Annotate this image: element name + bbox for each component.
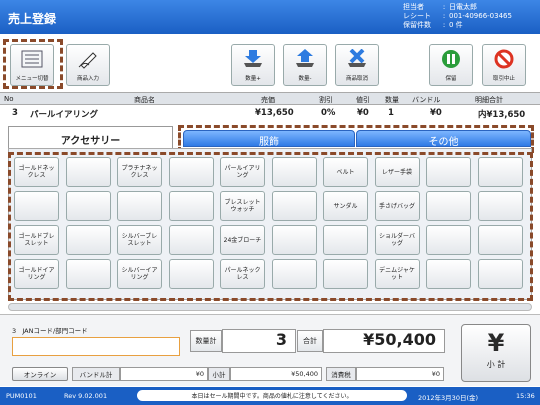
subtotal-button[interactable]: ¥ 小 計	[461, 324, 531, 382]
cell: 3	[12, 108, 18, 118]
cancel-transaction-label: 取引中止	[492, 76, 515, 82]
col-header: 数量	[385, 96, 399, 104]
product-cancel-button[interactable]: 商品取消	[335, 44, 379, 86]
date: 2012年3月30日(金)	[418, 394, 479, 402]
grand-total-label: 合計	[297, 330, 323, 352]
info-key: 担当者	[403, 3, 424, 11]
toolbar: メニュー切替 商品入力 数量+ 数量- 商品取消 保留 取引中止	[0, 34, 540, 92]
cart-down-icon	[241, 49, 265, 69]
col-header: 商品名	[134, 96, 155, 104]
bundle-total-label: バンドル計	[72, 367, 120, 381]
qty-minus-button[interactable]: 数量-	[283, 44, 327, 86]
highlight-grid	[8, 152, 533, 301]
qty-total-value: 3	[222, 329, 296, 353]
jan-input[interactable]	[12, 337, 180, 356]
yen-icon: ¥	[487, 329, 505, 357]
jan-label: 3 JANコード/部門コード	[12, 327, 88, 335]
col-header: 明細合計	[475, 96, 503, 104]
hold-label: 保留	[445, 76, 457, 82]
col-header: 割引	[319, 96, 333, 104]
pause-icon	[439, 49, 463, 69]
cancel-transaction-button[interactable]: 取引中止	[482, 44, 526, 86]
qty-plus-label: 数量+	[245, 76, 261, 82]
version: Rev 9.02.001	[64, 392, 108, 400]
cell: ¥0	[357, 108, 369, 118]
info-value: 001-40966-03465	[449, 12, 512, 20]
highlight-menu-button	[3, 39, 63, 89]
product-cancel-label: 商品取消	[345, 76, 368, 82]
notice-message: 本日はセール期間中です。商品の値札に注意してください。	[137, 390, 407, 401]
info-key: レシート	[403, 12, 431, 20]
pen-icon	[76, 49, 100, 69]
subtotal-small-label: 小計	[208, 367, 230, 381]
col-header: No	[4, 95, 14, 103]
page-title: 売上登録	[8, 12, 57, 26]
grand-total-value: ¥50,400	[323, 329, 445, 353]
col-header: バンドル	[412, 96, 441, 104]
cell: パールイアリング	[30, 110, 99, 120]
cell: 内¥13,650	[478, 110, 526, 120]
info-key: 保留件数	[403, 21, 431, 29]
online-status-button[interactable]: オンライン	[12, 367, 68, 381]
info-value: 0 件	[449, 21, 463, 29]
cell: ¥0	[430, 108, 442, 118]
screen-code: PUM0101	[6, 392, 37, 400]
cell: 0%	[321, 108, 336, 118]
tab-accessories[interactable]: アクセサリー	[8, 126, 173, 148]
cell: ¥13,650	[255, 108, 294, 118]
time: 15:36	[516, 392, 535, 400]
table-row[interactable]: 3 パールイアリング ¥13,650 0% ¥0 1 ¥0 内¥13,650	[0, 106, 540, 122]
product-input-button[interactable]: 商品入力	[66, 44, 110, 86]
col-header: 売価	[261, 96, 275, 104]
qty-minus-label: 数量-	[298, 76, 312, 82]
cart-x-icon	[345, 49, 369, 69]
qty-total-label: 数量計	[190, 330, 222, 352]
qty-plus-button[interactable]: 数量+	[231, 44, 275, 86]
tax-label: 消費税	[326, 367, 356, 381]
cart-up-icon	[293, 49, 317, 69]
col-header: 値引	[356, 96, 370, 104]
cell: 1	[388, 108, 394, 118]
hold-button[interactable]: 保留	[429, 44, 473, 86]
product-input-label: 商品入力	[76, 76, 99, 82]
session-info: 担当者: 日電太郎 レシート:001-40966-03465 保留件数:0 件	[403, 3, 512, 29]
title-bar: 売上登録 担当者: 日電太郎 レシート:001-40966-03465 保留件数:…	[0, 0, 540, 34]
grid-scrollbar[interactable]	[8, 303, 532, 311]
info-value: 日電太郎	[449, 3, 477, 11]
subtotal-label: 小 計	[486, 360, 506, 369]
subtotal-small-value: ¥50,400	[230, 367, 322, 381]
item-table-header: No 商品名 売価 割引 値引 数量 バンドル 明細合計	[0, 92, 540, 105]
prohibited-icon	[492, 49, 516, 69]
tax-value: ¥0	[356, 367, 444, 381]
bundle-total-value: ¥0	[120, 367, 208, 381]
